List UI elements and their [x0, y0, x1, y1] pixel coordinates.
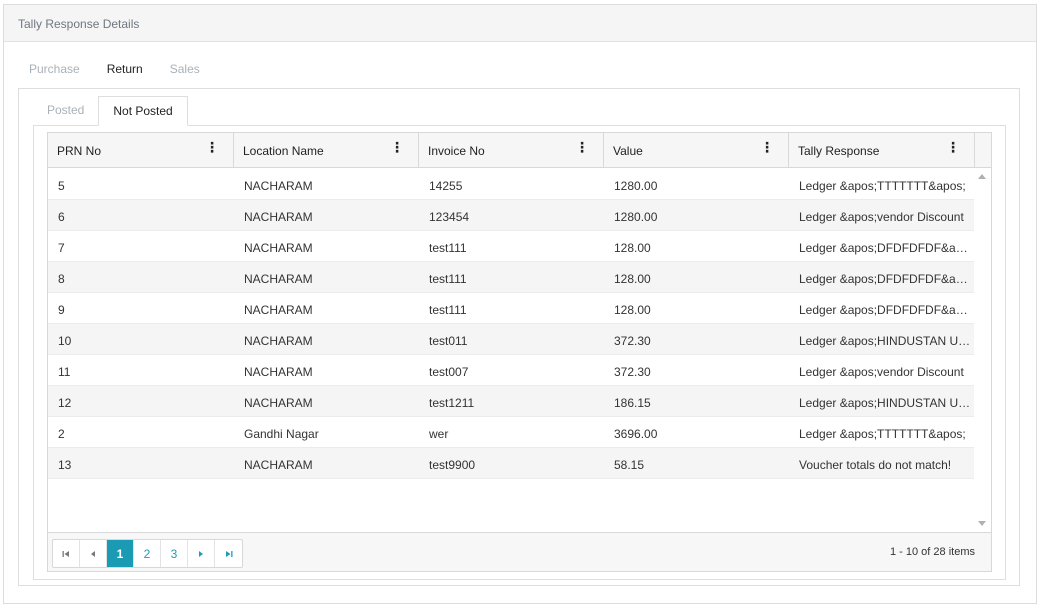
- last-page-icon: [225, 550, 232, 557]
- grid-body: 5 NACHARAM 14255 1280.00 Ledger &apos;TTTTTT…: [48, 169, 974, 532]
- table-row[interactable]: 2 Gandhi Nagar wer 3696.00 Ledger &apos;TTTT…: [48, 417, 974, 448]
- page-1-button[interactable]: 1: [107, 540, 134, 567]
- cell-invoice-no: test111: [429, 303, 467, 317]
- prev-page-icon: [91, 550, 95, 557]
- next-page-icon: [199, 550, 203, 557]
- table-row[interactable]: 12 NACHARAM test1211 186.15 Ledger &apos;HIN…: [48, 386, 974, 417]
- cell-tally-response: Ledger &apos;DFDFDFDF&apos;: [799, 272, 974, 286]
- cell-invoice-no: test111: [429, 272, 467, 286]
- cell-prn-no: 7: [58, 241, 65, 255]
- cell-tally-response: Ledger &apos;vendor Discount: [799, 365, 964, 379]
- cell-location-name: NACHARAM: [244, 396, 313, 410]
- tab-posted[interactable]: Posted: [33, 96, 98, 126]
- pager-info: 1 - 10 of 28 items: [890, 546, 975, 558]
- table-row[interactable]: 10 NACHARAM test011 372.30 Ledger &apos;HIND…: [48, 324, 974, 355]
- table-row[interactable]: 6 NACHARAM 123454 1280.00 Ledger &apos;vendo…: [48, 200, 974, 231]
- tab-sales[interactable]: Sales: [170, 62, 200, 76]
- prev-page-button[interactable]: [80, 540, 107, 567]
- cell-tally-response: Ledger &apos;HINDUSTAN UNILEVER: [799, 396, 974, 410]
- column-menu-icon[interactable]: ⋮: [390, 140, 404, 154]
- cell-location-name: NACHARAM: [244, 458, 313, 472]
- cell-location-name: NACHARAM: [244, 210, 313, 224]
- cell-location-name: NACHARAM: [244, 179, 313, 193]
- cell-value: 128.00: [614, 303, 651, 317]
- cell-value: 128.00: [614, 272, 651, 286]
- column-menu-icon[interactable]: ⋮: [760, 140, 774, 154]
- cell-value: 3696.00: [614, 427, 658, 441]
- cell-prn-no: 9: [58, 303, 65, 317]
- column-header-value[interactable]: Value ⋮: [604, 133, 789, 168]
- sub-tabs: Posted Not Posted: [33, 96, 188, 126]
- cell-tally-response: Ledger &apos;TTTTTTT&apos;: [799, 179, 966, 193]
- cell-value: 58.15: [614, 458, 645, 472]
- cell-location-name: NACHARAM: [244, 365, 313, 379]
- grid-header: PRN No ⋮ Location Name ⋮ Invoice No ⋮ Va…: [48, 133, 991, 168]
- cell-tally-response: Ledger &apos;DFDFDFDF&apos;: [799, 241, 974, 255]
- cell-tally-response: Ledger &apos;DFDFDFDF&apos;: [799, 303, 974, 317]
- table-row[interactable]: 9 NACHARAM test111 128.00 Ledger &apos;DFDFD…: [48, 293, 974, 324]
- column-header-invoice-no[interactable]: Invoice No ⋮: [419, 133, 604, 168]
- table-row[interactable]: 8 NACHARAM test111 128.00 Ledger &apos;DFDFD…: [48, 262, 974, 293]
- pager: 1 2 3 1 - 10 of 28 items: [48, 532, 991, 571]
- table-row[interactable]: 13 NACHARAM test9900 58.15 Voucher totals do…: [48, 448, 974, 479]
- tab-not-posted[interactable]: Not Posted: [98, 96, 188, 126]
- column-menu-icon[interactable]: ⋮: [575, 140, 589, 154]
- cell-location-name: NACHARAM: [244, 303, 313, 317]
- scroll-down-icon[interactable]: [978, 521, 986, 526]
- cell-invoice-no: test111: [429, 241, 467, 255]
- cell-location-name: NACHARAM: [244, 272, 313, 286]
- top-tabs: Purchase Return Sales: [29, 62, 227, 76]
- cell-prn-no: 8: [58, 272, 65, 286]
- cell-invoice-no: test011: [429, 334, 468, 348]
- page-3-button[interactable]: 3: [161, 540, 188, 567]
- first-page-button[interactable]: [53, 540, 80, 567]
- cell-location-name: NACHARAM: [244, 334, 313, 348]
- cell-prn-no: 10: [58, 334, 72, 348]
- cell-tally-response: Ledger &apos;vendor Discount: [799, 210, 964, 224]
- cell-value: 128.00: [614, 241, 651, 255]
- cell-tally-response: Voucher totals do not match!: [799, 458, 952, 472]
- cell-prn-no: 13: [58, 458, 72, 472]
- cell-invoice-no: test1211: [429, 396, 475, 410]
- vertical-scrollbar[interactable]: [974, 169, 991, 532]
- cell-location-name: Gandhi Nagar: [244, 427, 319, 441]
- tab-return[interactable]: Return: [107, 62, 143, 76]
- column-header-prn-no[interactable]: PRN No ⋮: [48, 133, 234, 168]
- scroll-up-icon[interactable]: [978, 174, 986, 179]
- next-page-button[interactable]: [188, 540, 215, 567]
- tab-purchase[interactable]: Purchase: [29, 62, 80, 76]
- column-menu-icon[interactable]: ⋮: [205, 140, 219, 154]
- panel-title: Tally Response Details: [4, 5, 1036, 42]
- cell-invoice-no: wer: [429, 427, 449, 441]
- cell-prn-no: 6: [58, 210, 65, 224]
- column-header-tally-response[interactable]: Tally Response ⋮: [789, 133, 975, 168]
- cell-location-name: NACHARAM: [244, 241, 313, 255]
- pager-buttons: 1 2 3: [52, 539, 243, 568]
- cell-value: 372.30: [614, 334, 651, 348]
- cell-invoice-no: test007: [429, 365, 469, 379]
- cell-tally-response: Ledger &apos;TTTTTTT&apos;: [799, 427, 966, 441]
- cell-value: 186.15: [614, 396, 651, 410]
- cell-invoice-no: 14255: [429, 179, 463, 193]
- first-page-icon: [62, 550, 69, 557]
- column-header-location-name[interactable]: Location Name ⋮: [234, 133, 419, 168]
- cell-value: 1280.00: [614, 179, 658, 193]
- last-page-button[interactable]: [215, 540, 242, 567]
- cell-invoice-no: test9900: [429, 458, 476, 472]
- cell-prn-no: 5: [58, 179, 65, 193]
- cell-value: 1280.00: [614, 210, 658, 224]
- cell-tally-response: Ledger &apos;HINDUSTAN UNILEVER: [799, 334, 974, 348]
- response-grid: PRN No ⋮ Location Name ⋮ Invoice No ⋮ Va…: [47, 132, 992, 572]
- cell-value: 372.30: [614, 365, 651, 379]
- page-2-button[interactable]: 2: [134, 540, 161, 567]
- column-menu-icon[interactable]: ⋮: [946, 140, 960, 154]
- table-row[interactable]: 11 NACHARAM test007 372.30 Ledger &apos;vend…: [48, 355, 974, 386]
- table-row[interactable]: 5 NACHARAM 14255 1280.00 Ledger &apos;TTTTTT…: [48, 169, 974, 200]
- table-row[interactable]: 7 NACHARAM test111 128.00 Ledger &apos;DFDFD…: [48, 231, 974, 262]
- cell-prn-no: 12: [58, 396, 72, 410]
- cell-prn-no: 2: [58, 427, 65, 441]
- cell-prn-no: 11: [58, 365, 71, 379]
- cell-invoice-no: 123454: [429, 210, 470, 224]
